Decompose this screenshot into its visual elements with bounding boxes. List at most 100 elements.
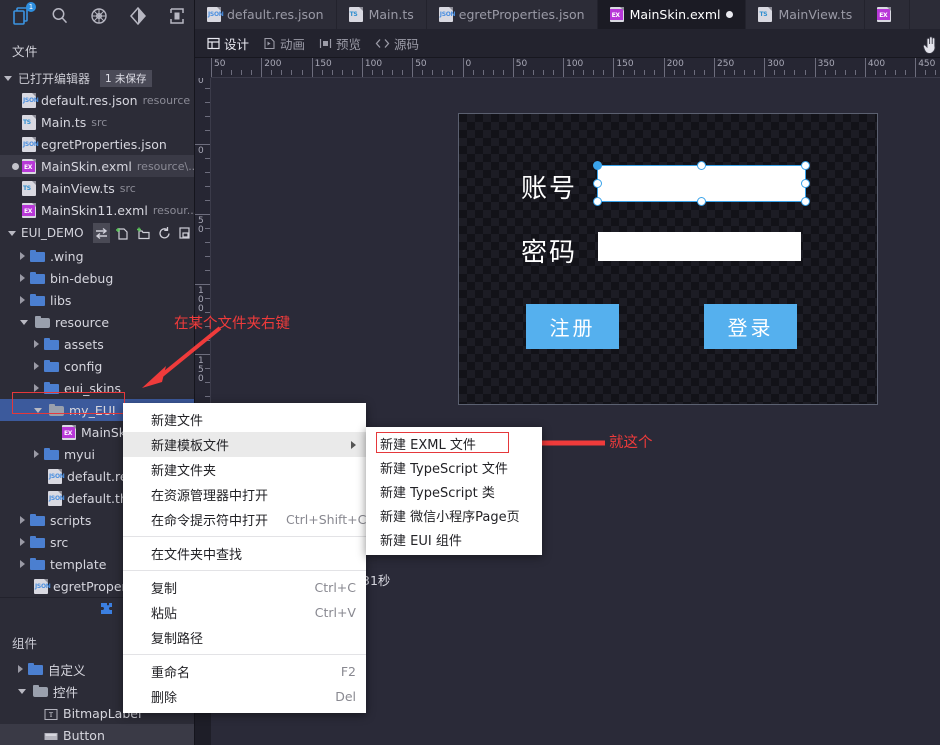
password-input[interactable] xyxy=(598,232,801,261)
chevron-right-icon[interactable] xyxy=(20,560,25,568)
tab-modified-dot-icon[interactable] xyxy=(726,11,734,18)
register-button[interactable]: 注册 xyxy=(526,304,619,349)
context-menu-item-label: 复制路径 xyxy=(151,632,204,647)
editor-tab[interactable]: JSON default.res.json xyxy=(195,0,337,29)
ruler-label: 400 xyxy=(867,59,886,69)
selection-handle-tl[interactable] xyxy=(593,161,602,170)
submenu-item[interactable]: 新建 EXML 文件 xyxy=(366,431,542,455)
component-item-button[interactable]: Button xyxy=(0,724,194,745)
selection-handle-tc[interactable] xyxy=(697,161,706,170)
tab-preview[interactable]: 预览 xyxy=(319,34,361,53)
selection-handle-bc[interactable] xyxy=(697,197,706,206)
collapse-expand-icon[interactable] xyxy=(92,223,111,243)
tree-item-libs[interactable]: libs xyxy=(0,289,194,311)
files-badge: 1 xyxy=(26,2,36,12)
selection-handle-br[interactable] xyxy=(801,197,810,206)
chevron-right-icon[interactable] xyxy=(34,340,39,348)
editor-tab[interactable]: TS Main.ts xyxy=(336,0,427,29)
context-menu-item[interactable]: 在命令提示符中打开 Ctrl+Shift+C xyxy=(123,507,366,532)
chevron-right-icon[interactable] xyxy=(20,516,25,524)
tree-item-label: scripts xyxy=(50,512,92,528)
selection-handle-tr[interactable] xyxy=(801,161,810,170)
chevron-right-icon[interactable] xyxy=(34,362,39,370)
skin-stage[interactable]: 账号 密码 注册 登录 xyxy=(458,113,878,405)
tree-item-assets[interactable]: assets xyxy=(0,333,194,355)
selection-handle-ml[interactable] xyxy=(593,179,602,188)
context-menu-item[interactable]: 新建文件 xyxy=(123,407,366,432)
source-control-icon[interactable] xyxy=(125,3,151,29)
open-editor-item[interactable]: EX MainSkin.exml resource\... xyxy=(0,155,199,177)
open-editors-header[interactable]: 已打开编辑器 1 未保存 xyxy=(0,68,194,89)
chevron-right-icon[interactable] xyxy=(34,384,39,392)
login-button[interactable]: 登录 xyxy=(704,304,797,349)
tree-item-eui_skins[interactable]: eui_skins xyxy=(0,377,194,399)
open-editor-item[interactable]: TS MainView.ts src xyxy=(0,177,194,199)
context-menu-item[interactable]: 在资源管理器中打开 xyxy=(123,482,366,507)
context-menu-item[interactable]: 复制 Ctrl+C xyxy=(123,575,366,600)
selection-handle-mr[interactable] xyxy=(801,179,810,188)
context-menu-item[interactable]: 新建模板文件 xyxy=(123,432,366,457)
context-menu-item[interactable]: 重命名 F2 xyxy=(123,659,366,684)
tree-item-config[interactable]: config xyxy=(0,355,194,377)
new-folder-icon[interactable] xyxy=(134,223,152,243)
open-editor-item[interactable]: EX MainSkin11.exml resour... xyxy=(0,199,197,221)
svg-text:T: T xyxy=(49,711,54,719)
folder-icon xyxy=(44,360,59,372)
ruler-minor-tick xyxy=(301,70,303,75)
open-editor-item[interactable]: JSON egretProperties.json xyxy=(0,133,194,155)
editor-tab[interactable]: EX xyxy=(865,0,911,29)
folder-open-icon xyxy=(33,685,48,697)
collapse-all-icon[interactable] xyxy=(176,223,194,243)
editor-tab[interactable]: TS MainView.ts xyxy=(746,0,866,29)
context-menu-item[interactable]: 复制路径 xyxy=(123,625,366,650)
chevron-right-icon[interactable] xyxy=(20,274,25,282)
ruler-minor-tick xyxy=(542,70,544,75)
chevron-down-icon[interactable] xyxy=(18,688,26,694)
open-editor-name: default.res.json xyxy=(41,92,138,108)
chevron-right-icon[interactable] xyxy=(18,665,23,673)
extensions-icon[interactable] xyxy=(164,3,190,29)
context-menu-item[interactable]: 新建文件夹 xyxy=(123,457,366,482)
context-menu-item[interactable]: 在文件夹中查找 xyxy=(123,541,366,566)
new-file-icon[interactable] xyxy=(113,223,131,243)
context-submenu[interactable]: 新建 EXML 文件 新建 TypeScript 文件 新建 TypeScript … xyxy=(366,427,542,555)
component-item-label: Button xyxy=(63,727,105,743)
selection-handle-bl[interactable] xyxy=(593,197,602,206)
refresh-icon[interactable] xyxy=(155,223,173,243)
password-label[interactable]: 密码 xyxy=(521,232,577,269)
tree-item-wing[interactable]: .wing xyxy=(0,245,194,267)
submenu-item[interactable]: 新建 TypeScript 文件 xyxy=(366,455,542,479)
context-menu-item[interactable]: 粘贴 Ctrl+V xyxy=(123,600,366,625)
search-icon[interactable] xyxy=(47,3,73,29)
ruler-minor-tick xyxy=(885,70,887,75)
submenu-item[interactable]: 新建 EUI 组件 xyxy=(366,527,542,551)
chevron-right-icon[interactable] xyxy=(20,252,25,260)
chevron-down-icon[interactable] xyxy=(34,407,42,413)
tab-source[interactable]: 源码 xyxy=(375,34,419,53)
tree-item-bindebug[interactable]: bin-debug xyxy=(0,267,194,289)
tab-design[interactable]: 设计 xyxy=(207,34,249,53)
submenu-item[interactable]: 新建 微信小程序Page页 xyxy=(366,503,542,527)
tab-animation[interactable]: 动画 xyxy=(263,34,305,53)
debug-icon[interactable] xyxy=(86,3,112,29)
tree-item-label: .wing xyxy=(50,248,84,264)
chevron-right-icon[interactable] xyxy=(20,296,25,304)
editor-tab-label: MainSkin.exml xyxy=(629,7,721,22)
open-editor-item[interactable]: TS Main.ts src xyxy=(0,111,194,133)
context-menu-item[interactable]: 删除 Del xyxy=(123,684,366,709)
open-editor-item[interactable]: JSON default.res.json resource xyxy=(0,89,194,111)
tree-item-resource[interactable]: resource xyxy=(0,311,194,333)
chevron-right-icon[interactable] xyxy=(20,538,25,546)
files-icon[interactable]: 1 xyxy=(8,2,36,29)
chevron-right-icon[interactable] xyxy=(34,450,39,458)
ruler-minor-tick xyxy=(205,396,210,397)
open-editors-list: JSON default.res.json resource TS Main.ts src… xyxy=(0,89,199,221)
account-label[interactable]: 账号 xyxy=(521,168,577,205)
context-menu-item-label: 在资源管理器中打开 xyxy=(151,489,269,504)
editor-tab[interactable]: EX MainSkin.exml xyxy=(597,0,747,29)
submenu-item[interactable]: 新建 TypeScript 类 xyxy=(366,479,542,503)
plugin-icon[interactable] xyxy=(98,601,115,622)
editor-tab[interactable]: JSON egretProperties.json xyxy=(426,0,598,29)
context-menu[interactable]: 新建文件 新建模板文件 新建文件夹在资源管理器中打开在命令提示符中打开 Ctrl+Sh… xyxy=(123,403,366,713)
chevron-down-icon[interactable] xyxy=(20,319,28,325)
